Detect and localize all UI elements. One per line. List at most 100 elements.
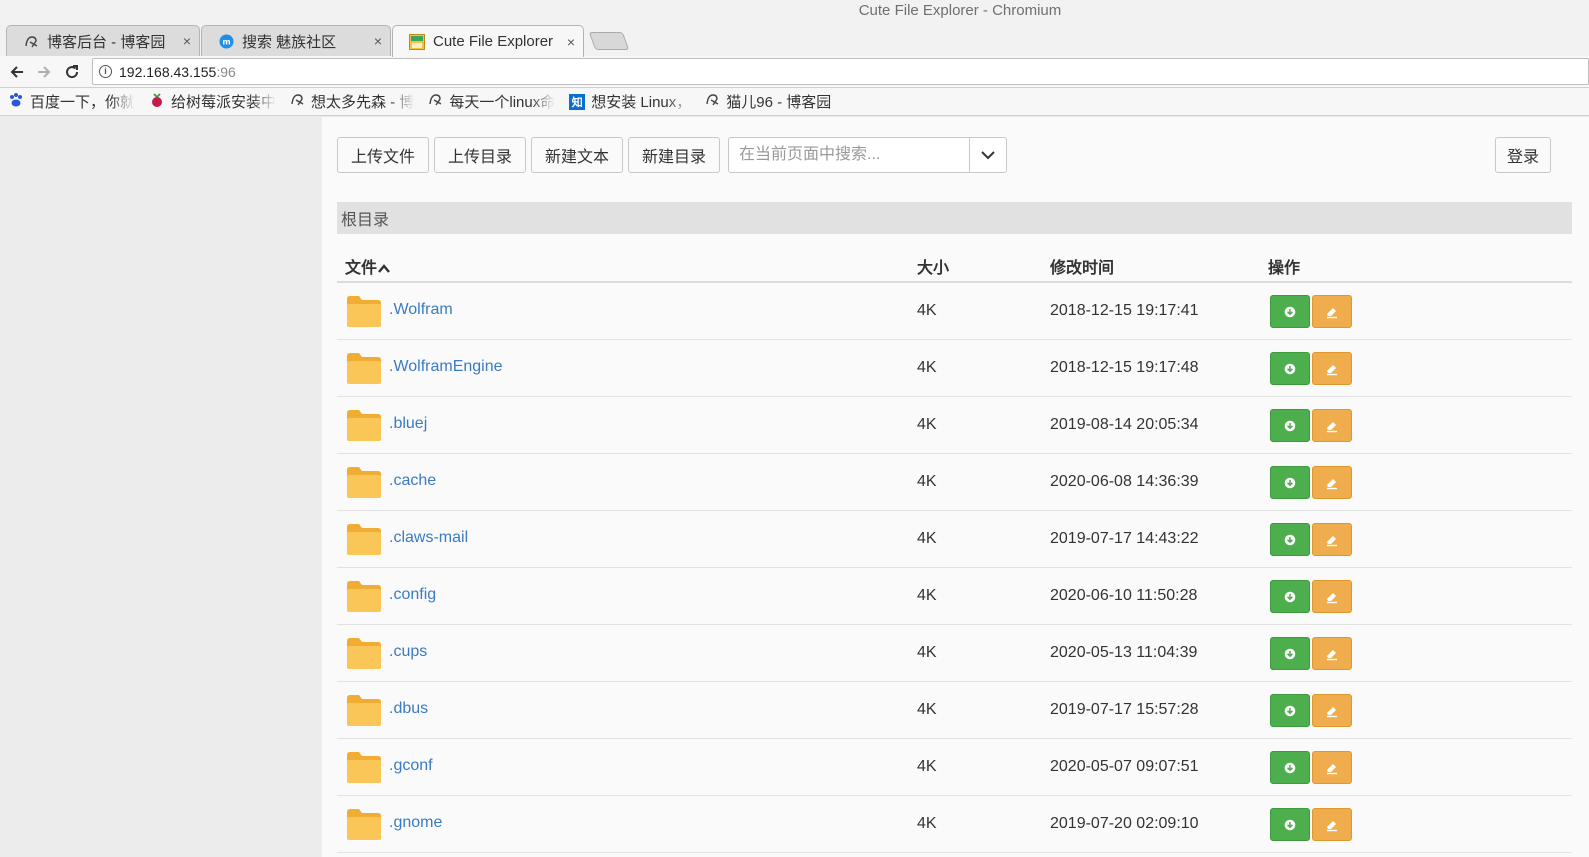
file-name-link[interactable]: .WolframEngine (389, 358, 503, 376)
edit-button[interactable] (1312, 409, 1352, 442)
eraser-icon (1327, 592, 1337, 603)
bookmark-linux-command[interactable]: 每天一个linux命 (428, 91, 555, 112)
column-header-name[interactable]: 文件 (345, 254, 390, 278)
bookmark-baidu[interactable]: 百度一下，你就 (8, 91, 136, 112)
file-name-link[interactable]: .gconf (389, 757, 433, 775)
file-name-link[interactable]: .cups (389, 643, 427, 661)
tab-strip: 博客后台 - 博客园 × m 搜索 魅族社区 × Cute File Explo… (0, 20, 1589, 57)
folder-icon (346, 409, 382, 442)
download-button[interactable] (1270, 352, 1310, 385)
file-row: .gnome 4K 2019-07-20 02:09:10 (337, 796, 1572, 853)
file-size: 4K (917, 473, 937, 490)
eraser-icon (1327, 535, 1337, 546)
column-header-actions: 操作 (1268, 260, 1301, 277)
file-name-link[interactable]: .config (389, 586, 436, 604)
edit-button[interactable] (1312, 637, 1352, 670)
upload-file-button[interactable]: 上传文件 (337, 137, 429, 173)
download-button[interactable] (1270, 637, 1310, 670)
reload-button[interactable] (60, 60, 84, 84)
edit-button[interactable] (1312, 580, 1352, 613)
tab-close-button[interactable]: × (183, 33, 191, 49)
file-modified-time: 2020-06-10 11:50:28 (1050, 587, 1198, 604)
tab-meizu-search[interactable]: m 搜索 魅族社区 × (201, 25, 391, 56)
edit-button[interactable] (1312, 352, 1352, 385)
file-size: 4K (917, 416, 937, 433)
file-size: 4K (917, 644, 937, 661)
search-input[interactable] (729, 138, 969, 172)
edit-button[interactable] (1312, 751, 1352, 784)
file-modified-time: 2019-08-14 20:05:34 (1050, 416, 1199, 433)
file-name-link[interactable]: .dbus (389, 700, 428, 718)
file-list: .Wolfram 4K 2018-12-15 19:17:41 .Wolfram… (337, 283, 1572, 853)
address-bar[interactable]: i 192.168.43.155:96 (92, 58, 1589, 85)
folder-icon (346, 637, 382, 670)
download-button[interactable] (1270, 295, 1310, 328)
sort-ascending-icon (378, 264, 390, 273)
tab-close-button[interactable]: × (374, 33, 382, 49)
file-modified-time: 2020-05-13 11:04:39 (1050, 644, 1198, 661)
edit-button[interactable] (1312, 523, 1352, 556)
file-name-link[interactable]: .bluej (389, 415, 427, 433)
chevron-down-icon (981, 150, 995, 159)
download-button[interactable] (1270, 694, 1310, 727)
bookmark-maoer96[interactable]: 猫儿96 - 博客园 (705, 91, 831, 112)
eraser-icon (1327, 706, 1337, 717)
file-size: 4K (917, 758, 937, 775)
file-modified-time: 2019-07-20 02:09:10 (1050, 815, 1199, 832)
baidu-icon (8, 92, 24, 112)
eraser-icon (1327, 421, 1337, 432)
tab-cute-file-explorer[interactable]: Cute File Explorer × (392, 25, 584, 57)
file-name-link[interactable]: .cache (389, 472, 436, 490)
edit-button[interactable] (1312, 694, 1352, 727)
tab-label: 博客后台 - 博客园 (47, 33, 166, 51)
meizu-icon: m (218, 33, 234, 49)
file-name-link[interactable]: .claws-mail (389, 529, 468, 547)
file-size: 4K (917, 815, 937, 832)
column-header-size[interactable]: 大小 (917, 254, 949, 278)
back-button[interactable] (5, 60, 29, 84)
edit-button[interactable] (1312, 295, 1352, 328)
tab-label: 搜索 魅族社区 (242, 33, 337, 51)
download-button[interactable] (1270, 523, 1310, 556)
search-dropdown-button[interactable] (969, 138, 1006, 172)
download-button[interactable] (1270, 808, 1310, 841)
new-text-button[interactable]: 新建文本 (531, 137, 623, 173)
eraser-icon (1327, 649, 1337, 660)
login-button[interactable]: 登录 (1495, 137, 1551, 173)
download-button[interactable] (1270, 751, 1310, 784)
file-name-link[interactable]: .gnome (389, 814, 442, 832)
bookmark-raspberry-pi[interactable]: 给树莓派安装中 (149, 91, 277, 112)
tab-cnblogs-admin[interactable]: 博客后台 - 博客园 × (6, 25, 200, 56)
download-button[interactable] (1270, 409, 1310, 442)
file-size: 4K (917, 302, 937, 319)
file-explorer-container: 上传文件 上传目录 新建文本 新建目录 登录 根目录 文件 大小 修改时间 操作 (322, 117, 1589, 857)
file-size: 4K (917, 587, 937, 604)
edit-button[interactable] (1312, 808, 1352, 841)
breadcrumb-root[interactable]: 根目录 (341, 206, 389, 230)
eraser-icon (1327, 820, 1337, 831)
file-name-link[interactable]: .Wolfram (389, 301, 453, 319)
zhihu-icon: 知 (569, 93, 586, 110)
download-button[interactable] (1270, 580, 1310, 613)
eraser-icon (1327, 763, 1337, 774)
download-button[interactable] (1270, 466, 1310, 499)
new-directory-button[interactable]: 新建目录 (628, 137, 720, 173)
bookmark-label: 给树莓派安装中 (171, 91, 277, 112)
column-header-mtime[interactable]: 修改时间 (1050, 254, 1114, 278)
file-row: .claws-mail 4K 2019-07-17 14:43:22 (337, 511, 1572, 568)
bookmark-zhihu-linux[interactable]: 知 想安装 Linux， (569, 91, 692, 112)
raspberry-pi-icon (149, 92, 165, 112)
new-tab-button[interactable] (588, 32, 630, 50)
upload-directory-button[interactable]: 上传目录 (434, 137, 526, 173)
folder-icon (346, 466, 382, 499)
edit-button[interactable] (1312, 466, 1352, 499)
download-icon (1284, 762, 1296, 773)
reload-icon (66, 65, 79, 79)
site-info-icon[interactable]: i (99, 65, 112, 78)
bookmarks-bar: 百度一下，你就 给树莓派安装中 想太多先森 - 博 每天一个linux命 知 想… (0, 88, 1589, 116)
bookmark-xiangtaiduo[interactable]: 想太多先森 - 博 (290, 91, 415, 112)
tab-close-button[interactable]: × (567, 34, 575, 50)
folder-icon (346, 352, 382, 385)
forward-button[interactable] (32, 60, 56, 84)
column-header-label: 文件 (345, 260, 378, 277)
